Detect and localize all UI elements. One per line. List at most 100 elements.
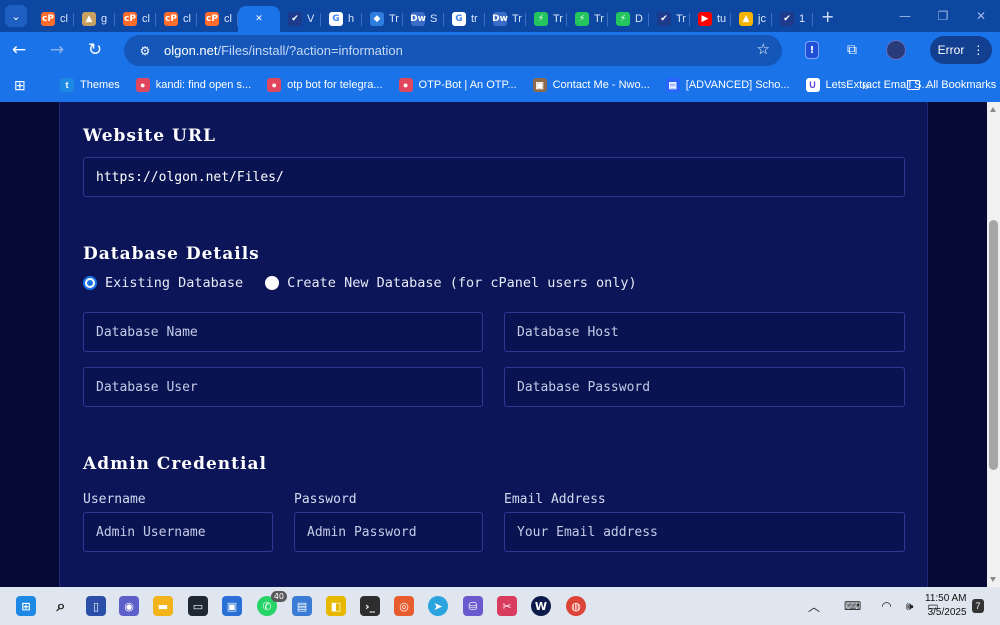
cmd-icon[interactable]: ›_ bbox=[360, 596, 380, 616]
website-url-input[interactable]: https://olgon.net/Files/ bbox=[83, 157, 905, 197]
taskbar-clock[interactable]: 11:50 AM 3/5/2025 bbox=[925, 592, 967, 620]
bookmark-item[interactable]: ● kandi: find open s... bbox=[135, 78, 251, 92]
tab-label: S bbox=[430, 13, 438, 25]
radio-existing-label[interactable]: Existing Database bbox=[105, 275, 243, 291]
new-tab-button[interactable]: + bbox=[821, 7, 834, 26]
extensions-puzzle-icon[interactable]: ⧉ bbox=[838, 36, 866, 64]
scroll-up-icon[interactable] bbox=[990, 107, 996, 112]
browser-tab[interactable]: Dw S bbox=[403, 6, 444, 32]
radio-existing-database[interactable] bbox=[83, 276, 97, 290]
back-icon[interactable]: ← bbox=[4, 35, 34, 65]
admin-password-input[interactable]: Admin Password bbox=[294, 512, 483, 552]
terminal-icon[interactable]: ▭ bbox=[188, 596, 208, 616]
bookmark-star-icon[interactable]: ☆ bbox=[757, 40, 770, 58]
keyboard-icon[interactable]: ⌨ bbox=[844, 599, 861, 613]
browser-tab[interactable]: cP cl bbox=[33, 6, 74, 32]
browser-tab[interactable]: ▲ jc bbox=[731, 6, 772, 32]
browser-tab[interactable]: Gh bbox=[321, 6, 362, 32]
more-bookmarks-icon[interactable]: » bbox=[862, 78, 869, 93]
database-host-input[interactable]: Database Host bbox=[504, 312, 905, 352]
forward-icon[interactable]: → bbox=[42, 35, 72, 65]
browser-tab[interactable]: Dw Tr bbox=[485, 6, 526, 32]
browser-tab[interactable]: cP cl bbox=[156, 6, 197, 32]
photos-icon[interactable]: ▤ bbox=[292, 596, 312, 616]
kandi-icon: ● bbox=[267, 78, 282, 92]
teams-chat-icon[interactable]: ◉ bbox=[119, 596, 139, 616]
browser-tab[interactable]: ✔ V bbox=[280, 6, 321, 32]
browser-tab[interactable]: ◆ Tr bbox=[362, 6, 403, 32]
close-icon[interactable]: ✕ bbox=[252, 12, 266, 26]
database-user-placeholder: Database User bbox=[96, 379, 198, 395]
snipping-tool-icon[interactable]: ✂ bbox=[497, 596, 517, 616]
database-password-input[interactable]: Database Password bbox=[504, 367, 905, 407]
dw-icon: Dw bbox=[492, 12, 508, 26]
database-user-input[interactable]: Database User bbox=[83, 367, 483, 407]
email-label: Email Address bbox=[504, 492, 606, 507]
search-icon[interactable]: ⌕ bbox=[51, 596, 71, 616]
windows-start-icon[interactable]: ⊞ bbox=[16, 596, 36, 616]
tab-label: Tr bbox=[676, 13, 686, 25]
extension-badge-icon[interactable]: ! bbox=[798, 36, 826, 64]
browser-tab[interactable]: ⚡ Tr bbox=[526, 6, 567, 32]
app-icon[interactable]: ◎ bbox=[394, 596, 414, 616]
bookmark-item[interactable]: ▣ Contact Me - Nwo... bbox=[532, 78, 650, 92]
reload-icon[interactable]: ↻ bbox=[80, 35, 110, 65]
admin-email-input[interactable]: Your Email address bbox=[504, 512, 905, 552]
browser-tab[interactable]: ✕ bbox=[238, 6, 280, 32]
browser-tab[interactable]: Gtr bbox=[444, 6, 485, 32]
file-explorer-icon[interactable]: ▬ bbox=[153, 596, 173, 616]
network-app-icon[interactable]: ⛁ bbox=[463, 596, 483, 616]
task-view-icon[interactable]: ▯ bbox=[86, 596, 106, 616]
admin-username-input[interactable]: Admin Username bbox=[83, 512, 273, 552]
profile-avatar[interactable] bbox=[882, 36, 910, 64]
browser-tab[interactable]: cP cl bbox=[197, 6, 238, 32]
browser-tab[interactable]: cP cl bbox=[115, 6, 156, 32]
python-icon[interactable]: ◧ bbox=[326, 596, 346, 616]
triangle-icon: ▲ bbox=[82, 12, 96, 26]
telegram-icon[interactable]: ➤ bbox=[428, 596, 448, 616]
website-url-value: https://olgon.net/Files/ bbox=[96, 169, 284, 185]
notification-count[interactable]: 7 bbox=[972, 599, 984, 613]
database-name-input[interactable]: Database Name bbox=[83, 312, 483, 352]
browser-tab[interactable]: ⚡ Tr bbox=[567, 6, 608, 32]
url-text[interactable]: olgon.net/Files/install/?action=informat… bbox=[164, 43, 403, 58]
u-icon: U bbox=[805, 78, 820, 92]
all-bookmarks-button[interactable]: All Bookmarks bbox=[907, 79, 996, 91]
bookmark-item[interactable]: ● OTP-Bot | An OTP... bbox=[398, 78, 517, 92]
wifi-icon[interactable]: ◠ bbox=[881, 599, 891, 613]
wordpress-app-icon[interactable]: W bbox=[531, 596, 551, 616]
tab-search-button[interactable]: ⌄ bbox=[5, 5, 27, 27]
browser-tab[interactable]: ▲ g bbox=[74, 6, 115, 32]
whatsapp-icon[interactable]: ✆ 40 bbox=[257, 591, 287, 616]
chrome-icon[interactable]: ◍ bbox=[566, 596, 586, 616]
page-scrollbar[interactable] bbox=[987, 102, 1000, 587]
tab-label: cl bbox=[224, 13, 232, 25]
cpanel-icon: cP bbox=[164, 12, 178, 26]
bookmark-item[interactable]: ▤ [ADVANCED] Scho... bbox=[665, 78, 790, 92]
browser-tab[interactable]: ▶ tu bbox=[690, 6, 731, 32]
minimize-icon[interactable]: — bbox=[886, 9, 924, 23]
bookmark-item[interactable]: t Themes bbox=[60, 78, 120, 92]
browser-tab[interactable]: ✔ Tr bbox=[649, 6, 690, 32]
browser-tab[interactable]: ⚡ D bbox=[608, 6, 649, 32]
admin-password-placeholder: Admin Password bbox=[307, 524, 417, 540]
volume-icon[interactable]: 🕪 bbox=[906, 599, 914, 614]
store-icon[interactable]: ▣ bbox=[222, 596, 242, 616]
close-window-icon[interactable]: ✕ bbox=[962, 9, 1000, 23]
error-button[interactable]: Error ⋮ bbox=[930, 36, 992, 64]
bookmark-item[interactable]: ● otp bot for telegra... bbox=[267, 78, 383, 92]
restore-icon[interactable]: ❐ bbox=[924, 9, 962, 23]
bolt-icon: ⚡ bbox=[616, 12, 630, 26]
scroll-down-icon[interactable] bbox=[990, 577, 996, 582]
tray-overflow-icon[interactable]: ︿ bbox=[808, 598, 820, 615]
site-info-icon[interactable]: ⚙ bbox=[132, 40, 158, 62]
apps-grid-icon[interactable]: ⊞ bbox=[14, 77, 36, 94]
address-bar[interactable]: ⚙ olgon.net/Files/install/?action=inform… bbox=[124, 35, 782, 66]
drive-icon: ▲ bbox=[739, 12, 753, 26]
tab-strip: ⌄ cP cl ▲ g cP cl cP cl cP cl ✕ ✔ V Gh ◆ Tr Dw S Gtr Dw Tr ⚡ T… bbox=[0, 0, 1000, 32]
browser-tab[interactable]: ✔ 1 bbox=[772, 6, 813, 32]
radio-create-label[interactable]: Create New Database (for cPanel users on… bbox=[287, 275, 637, 291]
radio-create-database[interactable] bbox=[265, 276, 280, 290]
tab-label: Tr bbox=[553, 13, 563, 25]
scrollbar-thumb[interactable] bbox=[989, 220, 998, 470]
